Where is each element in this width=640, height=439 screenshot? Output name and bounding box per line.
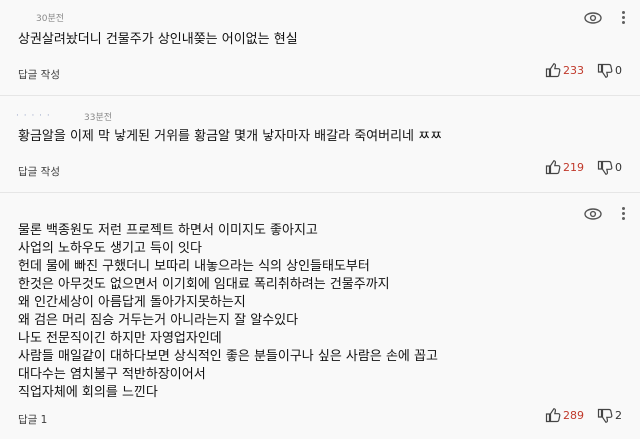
reply-button[interactable]: 답글 작성	[18, 67, 60, 82]
blurred-username: · · · · ·	[16, 111, 51, 121]
more-options-icon[interactable]	[620, 9, 626, 27]
thumbs-down-icon[interactable]	[597, 408, 613, 424]
reply-button[interactable]: 답글 1	[18, 412, 47, 427]
comment-text: 황금알을 이제 막 낳게된 거위를 황금알 몇개 낳자마자 배갈라 죽여버리네 …	[18, 129, 443, 144]
divider	[0, 192, 640, 193]
dislike-count: 0	[615, 64, 622, 77]
thumbs-up-icon[interactable]	[545, 407, 561, 423]
eye-icon[interactable]	[584, 208, 602, 220]
like-count: 233	[563, 64, 584, 77]
eye-icon[interactable]	[584, 12, 602, 24]
comment-text: 상권살려놨더니 건물주가 상인내쫒는 어이없는 현실	[18, 32, 298, 47]
reply-button[interactable]: 답글 작성	[18, 164, 60, 179]
thumbs-down-icon[interactable]	[597, 63, 613, 79]
divider	[0, 95, 640, 96]
dislike-count: 0	[615, 161, 622, 174]
reply-label: 답글	[18, 414, 38, 426]
comment-time: 30분전	[36, 14, 65, 24]
comment-text: 물론 백종원도 저런 프로젝트 하면서 이미지도 좋아지고 사업의 노하우도 생…	[18, 223, 438, 400]
like-count: 219	[563, 161, 584, 174]
comment-card: 물론 백종원도 저런 프로젝트 하면서 이미지도 좋아지고 사업의 노하우도 생…	[0, 194, 640, 439]
thumbs-up-icon[interactable]	[545, 159, 561, 175]
comment-card: 30분전 상권살려놨더니 건물주가 상인내쫒는 어이없는 현실 답글 작성 23…	[0, 0, 640, 92]
reply-count: 1	[40, 414, 48, 426]
like-count: 289	[563, 409, 584, 422]
thumbs-down-icon[interactable]	[597, 160, 613, 176]
dislike-count: 2	[615, 409, 622, 422]
comment-time: 33분전	[84, 113, 113, 123]
comment-card: · · · · · 33분전 황금알을 이제 막 낳게된 거위를 황금알 몇개 …	[0, 98, 640, 190]
thumbs-up-icon[interactable]	[545, 62, 561, 78]
more-options-icon[interactable]	[620, 205, 626, 223]
